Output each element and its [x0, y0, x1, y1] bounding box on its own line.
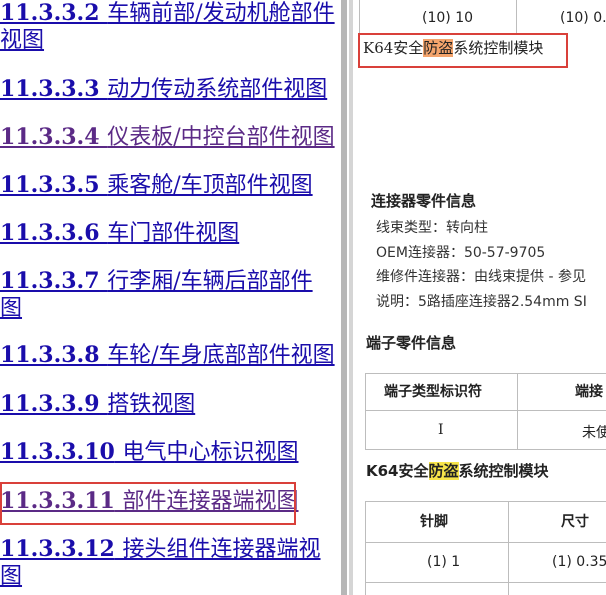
toc-link-11-3-3-11[interactable]: 11.3.3.11 部件连接器端视图: [0, 488, 338, 515]
toc-link-title: 车轮/车身底部部件视图: [107, 343, 335, 368]
splitter-bar-shadow: [349, 0, 353, 595]
toc-link-number: 11.3.3.9: [0, 391, 100, 417]
module-title-prefix: K64安全: [366, 462, 429, 480]
module-title-2: K64安全防盗系统控制模块: [366, 460, 549, 481]
toc-link-title: 电气中心标识视图: [122, 440, 299, 465]
table-border: [365, 501, 606, 502]
toc-link-number: 11.3.3.6: [0, 220, 100, 246]
toc-link-11-3-3-3[interactable]: 11.3.3.3 动力传动系统部件视图: [0, 76, 338, 103]
document-pane: (10) 10 (10) 0. K64安全防盗系统控制模块 连接器零件信息 线束…: [356, 0, 606, 595]
toc-link-title-cont: 视图: [0, 28, 45, 53]
toc-link-title-cont: 图: [0, 296, 23, 321]
toc-link-number: 11.3.3.5: [0, 172, 100, 198]
pane-splitter[interactable]: [338, 0, 356, 595]
toc-link-title: 乘客舱/车顶部件视图: [107, 173, 313, 198]
termination-cell: 未使: [582, 425, 606, 441]
toc-link-title: 仪表板/中控台部件视图: [107, 125, 335, 150]
toc-link-11-3-3-9[interactable]: 11.3.3.9 搭铁视图: [0, 391, 338, 418]
table-border: [517, 373, 518, 450]
toc-link-number: 11.3.3.12: [0, 536, 115, 562]
toc-link-title: 车辆前部/发动机舱部件: [107, 1, 335, 26]
table-border: [365, 373, 366, 450]
table-border: [365, 449, 606, 450]
service-connector-line: 维修件连接器：由线束提供 - 参见: [376, 269, 586, 285]
description-line: 说明：5路插座连接器2.54mm SI: [376, 294, 587, 310]
toc-link-title-cont: 图: [0, 564, 23, 589]
toc-link-11-3-3-6[interactable]: 11.3.3.6 车门部件视图: [0, 220, 338, 247]
terminal-type-header: 端子类型标识符: [384, 384, 482, 400]
toc-link-title: 行李厢/车辆后部部件: [107, 269, 313, 294]
table-border: [516, 0, 517, 34]
toc-link-number: 11.3.3.8: [0, 342, 100, 368]
table-border: [365, 582, 606, 583]
splitter-bar: [341, 0, 347, 595]
table-border: [365, 373, 606, 374]
terminal-type-cell: I: [438, 422, 444, 438]
toc-link-title: 车门部件视图: [107, 221, 240, 246]
toc-link-11-3-3-7[interactable]: 11.3.3.7 行李厢/车辆后部部件 图: [0, 268, 338, 322]
pin-header: 针脚: [420, 514, 448, 530]
terminal-info-heading: 端子零件信息: [366, 334, 457, 352]
toc-link-number: 11.3.3.11: [0, 488, 115, 514]
module-title-suffix: 系统控制模块: [453, 39, 544, 57]
termination-header: 端接: [575, 384, 603, 400]
module-title-suffix: 系统控制模块: [458, 462, 549, 480]
toc-link-11-3-3-2[interactable]: 11.3.3.2 车辆前部/发动机舱部件 视图: [0, 0, 338, 54]
module-title-prefix: K64安全: [363, 39, 424, 57]
toc-link-11-3-3-10[interactable]: 11.3.3.10 电气中心标识视图: [0, 439, 338, 466]
toc-link-title: 部件连接器端视图: [122, 489, 299, 514]
toc-link-title: 搭铁视图: [107, 392, 196, 417]
oem-connector-line: OEM连接器：50-57-9705: [376, 245, 546, 261]
table-border: [508, 501, 509, 595]
toc-link-number: 11.3.3.10: [0, 439, 115, 465]
pin-cell: (10) 10: [422, 10, 474, 26]
search-match: 防盗: [428, 462, 459, 480]
toc-link-number: 11.3.3.7: [0, 268, 100, 294]
size-cell: (1) 0.35: [552, 554, 606, 570]
toc-pane: 11.3.3.2 车辆前部/发动机舱部件 视图 11.3.3.3 动力传动系统部…: [0, 0, 338, 595]
toc-link-number: 11.3.3.3: [0, 76, 100, 102]
toc-link-title: 接头组件连接器端视: [122, 537, 321, 562]
toc-link-11-3-3-8[interactable]: 11.3.3.8 车轮/车身底部部件视图: [0, 342, 338, 369]
module-title: K64安全防盗系统控制模块: [363, 37, 543, 58]
table-border: [365, 501, 366, 595]
table-border: [359, 0, 360, 34]
table-border: [365, 410, 606, 411]
size-cell: (10) 0.: [560, 10, 606, 26]
toc-link-number: 11.3.3.4: [0, 124, 100, 150]
toc-link-number: 11.3.3.2: [0, 0, 100, 26]
connector-info-heading: 连接器零件信息: [371, 192, 477, 210]
search-match-current: 防盗: [423, 39, 454, 57]
table-border: [365, 542, 606, 543]
toc-link-11-3-3-4[interactable]: 11.3.3.4 仪表板/中控台部件视图: [0, 124, 338, 151]
pin-cell: (1) 1: [427, 554, 461, 570]
toc-link-title: 动力传动系统部件视图: [107, 77, 328, 102]
toc-link-11-3-3-12[interactable]: 11.3.3.12 接头组件连接器端视 图: [0, 536, 338, 590]
size-header: 尺寸: [561, 514, 589, 530]
harness-type-line: 线束类型：转向柱: [376, 220, 488, 236]
toc-link-11-3-3-5[interactable]: 11.3.3.5 乘客舱/车顶部件视图: [0, 172, 338, 199]
